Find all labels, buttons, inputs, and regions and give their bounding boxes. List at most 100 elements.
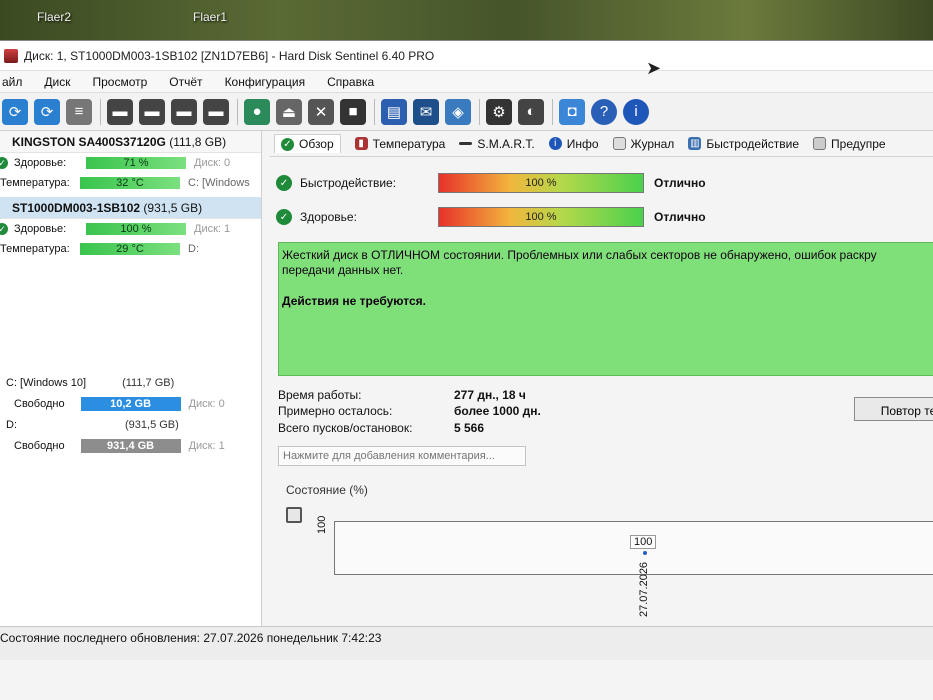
health-label: Здоровье:: [300, 210, 357, 224]
stat-value: 277 дн., 18 ч: [454, 388, 526, 402]
disk-index: Диск: 0: [194, 157, 231, 169]
title-bar[interactable]: Диск: 1, ST1000DM003-1SB102 [ZN1D7EB6] -…: [0, 41, 933, 71]
tab-label: Инфо: [566, 136, 599, 151]
disk-tool-3-icon[interactable]: ▬: [171, 98, 197, 125]
tab-temperature[interactable]: ▮ Температура: [354, 137, 445, 151]
health-bar: 71 %: [86, 157, 186, 169]
partition-name: D:: [6, 419, 17, 431]
data-point: [643, 551, 647, 555]
disk-name: ST1000DM003-1SB102: [12, 201, 141, 215]
tab-smart[interactable]: S.M.A.R.T.: [459, 136, 535, 151]
mouse-cursor-icon: ➤: [646, 58, 662, 78]
tab-label: Предупре: [831, 136, 886, 151]
free-label: Свободно: [14, 398, 65, 410]
desktop-icon-label[interactable]: Flaer2: [37, 10, 71, 24]
stat-row: Время работы: 277 дн., 18 ч: [278, 388, 526, 404]
partition-header[interactable]: D: (931,5 GB): [0, 415, 262, 435]
refresh-icon[interactable]: ⟳: [2, 98, 28, 125]
stat-value: 5 566: [454, 421, 485, 435]
details-pane: ✓ Обзор ▮ Температура S.M.A.R.T. i Инфо …: [270, 131, 933, 649]
tab-info[interactable]: i Инфо: [548, 136, 599, 151]
free-bar: 10,2 GB: [80, 397, 181, 411]
y-tick-label: 100: [316, 515, 328, 534]
stat-label: Примерно осталось:: [278, 404, 393, 418]
check-icon: ✓: [276, 175, 292, 191]
save-icon[interactable]: [286, 507, 302, 523]
tab-label: S.M.A.R.T.: [477, 136, 535, 151]
tab-alerts[interactable]: Предупре: [813, 137, 886, 151]
gear-icon[interactable]: ⚙: [486, 98, 512, 125]
eject-icon[interactable]: ⏏: [276, 98, 302, 125]
tab-log[interactable]: Журнал: [612, 137, 674, 151]
desktop-icon-label[interactable]: Flaer1: [193, 10, 227, 24]
toolbar-separator: [552, 98, 553, 125]
mail-icon[interactable]: ✉: [413, 98, 439, 125]
partition-header[interactable]: C: [Windows 10] (111,7 GB): [0, 373, 262, 393]
globe-icon[interactable]: ●: [244, 98, 270, 125]
disk-tool-1-icon[interactable]: ▬: [107, 98, 133, 125]
menu-view[interactable]: Просмотр: [82, 75, 159, 89]
tools-icon[interactable]: ✕: [308, 98, 334, 125]
tab-overview[interactable]: ✓ Обзор: [274, 134, 341, 153]
info-icon[interactable]: i: [623, 98, 649, 125]
performance-label: Быстродействие:: [300, 176, 397, 190]
tab-performance[interactable]: ▥ Быстродействие: [688, 137, 799, 151]
disk-tool-4-icon[interactable]: ▬: [203, 98, 229, 125]
menu-help[interactable]: Справка: [317, 75, 386, 89]
partition-label: D:: [188, 243, 199, 255]
comment-input[interactable]: [278, 446, 526, 466]
puzzle-icon[interactable]: ■: [340, 98, 366, 125]
health-bar: 100 %: [438, 207, 644, 227]
check-icon: ✓: [0, 223, 8, 235]
disk-name: KINGSTON SA400S37120G: [12, 135, 166, 149]
log-icon: [612, 137, 626, 150]
disk-list-pane: KINGSTON SA400S37120G (111,8 GB) ✓ Здоро…: [0, 131, 262, 626]
stat-value: более 1000 дн.: [454, 404, 541, 418]
disk-header-seagate[interactable]: ST1000DM003-1SB102 (931,5 GB): [0, 197, 261, 219]
temp-bar: 32 °C: [80, 177, 180, 189]
alerts-icon: [813, 137, 827, 150]
disk-capacity: (931,5 GB): [143, 201, 203, 215]
stat-label: Всего пусков/остановок:: [278, 421, 413, 435]
partition-free-row: Свободно 10,2 GB Диск: 0: [0, 393, 262, 415]
health-row: ✓ Здоровье: 100 % Отлично: [276, 205, 933, 229]
message-text: передачи данных нет.: [282, 263, 404, 277]
repeat-test-button[interactable]: Повтор те: [854, 397, 933, 421]
info-icon: i: [548, 137, 562, 150]
check-icon: ✓: [0, 157, 8, 169]
refresh-all-icon[interactable]: ⟳: [34, 98, 60, 125]
screenshot-icon[interactable]: ◘: [559, 98, 585, 125]
toolbar-separator: [237, 98, 238, 125]
toolbar: ⟳ ⟳ ≡ ▬ ▬ ▬ ▬ ● ⏏ ✕ ■ ▤ ✉ ◈ ⚙ ◐ ◘ ? i: [0, 93, 933, 131]
disk-health-row: ✓ Здоровье: 71 % Диск: 0: [0, 153, 261, 173]
menu-report[interactable]: Отчёт: [159, 75, 214, 89]
disk-tool-2-icon[interactable]: ▬: [139, 98, 165, 125]
alert-icon[interactable]: ◐: [518, 98, 544, 125]
help-icon[interactable]: ?: [591, 98, 617, 125]
menu-disk[interactable]: Диск: [34, 75, 82, 89]
tab-label: Обзор: [299, 137, 334, 151]
tab-bar: ✓ Обзор ▮ Температура S.M.A.R.T. i Инфо …: [270, 131, 933, 157]
disk-index: Диск: 1: [188, 440, 225, 452]
free-label: Свободно: [14, 440, 65, 452]
health-label: Здоровье:: [14, 157, 67, 169]
check-icon: ✓: [276, 209, 292, 225]
disk-header-kingston[interactable]: KINGSTON SA400S37120G (111,8 GB): [0, 131, 261, 153]
stat-row: Примерно осталось: более 1000 дн.: [278, 404, 541, 420]
app-icon: [4, 48, 18, 63]
menu-config[interactable]: Конфигурация: [215, 75, 318, 89]
stat-label: Время работы:: [278, 388, 362, 402]
performance-bar: 100 %: [438, 173, 644, 193]
network-icon[interactable]: ◈: [445, 98, 471, 125]
temp-bar: 29 °C: [80, 243, 180, 255]
free-bar: 931,4 GB: [80, 439, 181, 453]
desktop-background: Flaer2 Flaer1: [0, 0, 933, 40]
toolbar-separator: [374, 98, 375, 125]
partition-free-row: Свободно 931,4 GB Диск: 1: [0, 435, 262, 457]
message-action: Действия не требуются.: [282, 294, 426, 308]
list-icon[interactable]: ≡: [66, 98, 92, 125]
notepad-icon[interactable]: ▤: [381, 98, 407, 125]
menu-bar: айл Диск Просмотр Отчёт Конфигурация Спр…: [0, 71, 933, 93]
menu-file[interactable]: айл: [0, 75, 34, 89]
tab-label: Быстродействие: [706, 136, 800, 151]
